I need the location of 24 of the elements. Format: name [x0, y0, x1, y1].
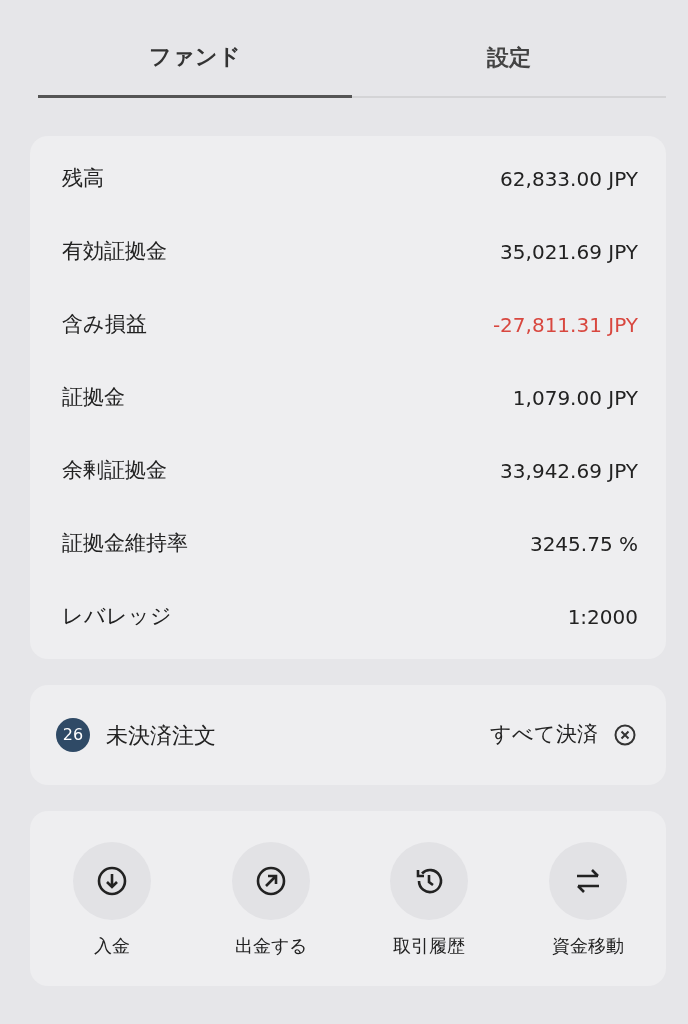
count-badge: 26 — [56, 718, 90, 752]
close-icon — [614, 724, 636, 746]
summary-label: 有効証拠金 — [62, 237, 167, 265]
action-button[interactable]: 取引履歴 — [369, 841, 490, 960]
summary-label: 含み損益 — [62, 310, 147, 338]
summary-value: 3245.75 % — [529, 530, 638, 558]
action-button[interactable]: 入金 — [52, 841, 172, 960]
open-orders-label: 未決済注文 — [106, 721, 216, 750]
summary-value: 62,833.00 JPY — [500, 165, 638, 193]
summary-value: 35,021.69 JPY — [500, 238, 638, 266]
action-button[interactable]: 出金する — [210, 841, 331, 960]
summary-value: 33,942.69 JPY — [500, 457, 638, 485]
tab[interactable]: ファンド — [38, 30, 352, 98]
summary-label: 証拠金維持率 — [62, 529, 188, 557]
summary-value: 1:2000 — [567, 603, 638, 631]
close-all-button[interactable]: すべて決済 — [490, 719, 636, 751]
summary-label: レバレッジ — [62, 602, 172, 630]
tab[interactable]: 設定 — [352, 30, 666, 98]
summary-value: 1,079.00 JPY — [512, 384, 638, 412]
summary-label: 余剰証拠金 — [62, 456, 167, 484]
summary-value: -27,811.31 JPY — [492, 311, 638, 339]
summary-label: 証拠金 — [62, 383, 125, 411]
action-button[interactable]: 資金移動 — [527, 841, 648, 960]
summary-label: 残高 — [62, 164, 104, 192]
